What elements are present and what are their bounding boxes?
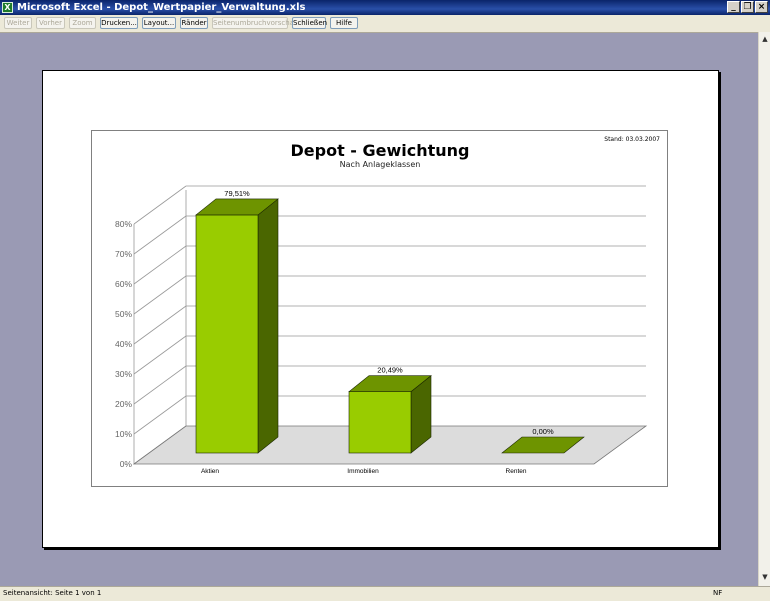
status-page-info: Seitenansicht: Seite 1 von 1 <box>3 589 102 597</box>
side-gridline <box>133 185 187 225</box>
y-tick-label: 30% <box>115 369 132 379</box>
y-tick-label: 20% <box>115 399 132 409</box>
side-gridline <box>133 365 187 405</box>
bars <box>195 198 585 454</box>
bar-front <box>348 391 412 454</box>
y-tick-label: 80% <box>115 219 132 229</box>
y-tick-label: 40% <box>115 339 132 349</box>
bar <box>348 375 432 454</box>
y-tick-label: 10% <box>115 429 132 439</box>
bar-data-label: 20,49% <box>377 366 403 375</box>
bar-front <box>195 214 259 454</box>
side-gridline <box>133 335 187 375</box>
bar-data-label: 79,51% <box>224 189 250 198</box>
y-tick-label: 50% <box>115 309 132 319</box>
bar-side <box>257 198 279 454</box>
status-mode: NF <box>713 589 723 597</box>
y-tick-label: 0% <box>120 459 133 469</box>
status-bar: Seitenansicht: Seite 1 von 1 NF <box>0 586 770 601</box>
side-gridline <box>133 395 187 435</box>
y-tick-label: 70% <box>115 249 132 259</box>
side-gridline <box>133 245 187 285</box>
side-gridline <box>133 215 187 255</box>
bar <box>195 198 279 454</box>
y-axis: 0% 10% 20% 30% 40% 50% 60% 70% 80% <box>115 219 132 469</box>
bar-data-label: 0,00% <box>532 427 554 436</box>
y-tick-label: 60% <box>115 279 132 289</box>
side-gridline <box>133 275 187 315</box>
x-category-label: Renten <box>506 468 527 475</box>
side-gridline <box>133 305 187 345</box>
x-category-label: Immobilien <box>347 468 379 475</box>
bar-chart-plot: 0% 10% 20% 30% 40% 50% 60% 70% 80% 79,51% Aktien 2… <box>115 185 648 475</box>
x-category-label: Aktien <box>201 468 219 475</box>
